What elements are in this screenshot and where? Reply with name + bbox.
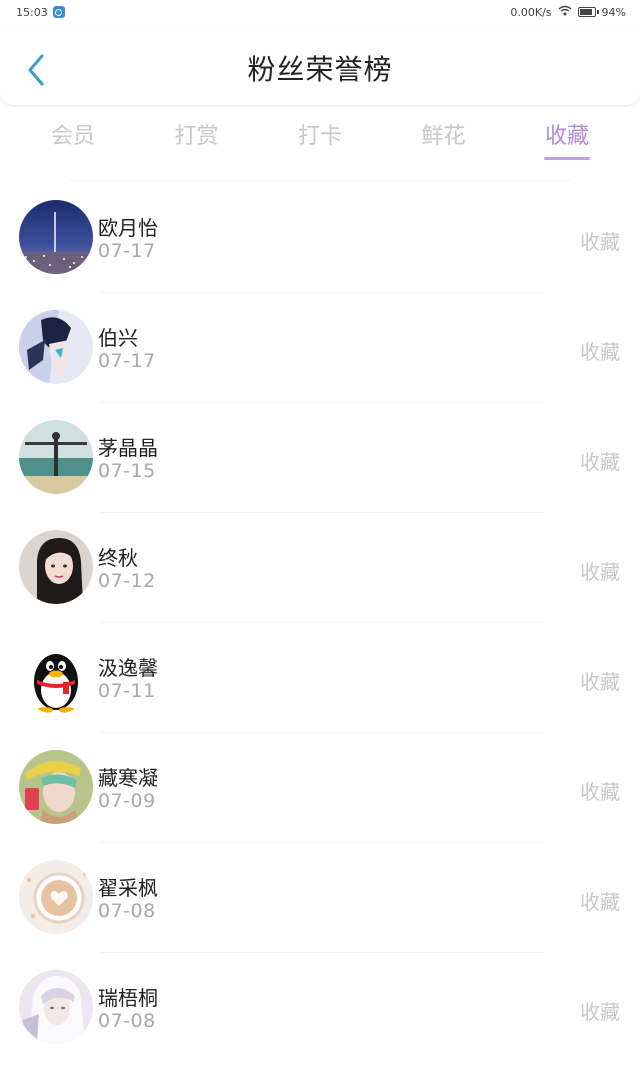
fan-name: 翟采枫 <box>98 876 158 900</box>
favorite-label: 收藏 <box>580 560 620 584</box>
fan-date: 07-17 <box>98 350 156 372</box>
fan-date: 07-08 <box>98 1010 156 1032</box>
status-bar: 15:03 0.00K/s 94% <box>0 0 640 24</box>
fan-list: 欧月怡 07-17 收藏 伯兴 07-17 收藏 茅晶晶 07-15 收藏 终秋… <box>0 182 640 1062</box>
fan-name: 汲逸馨 <box>98 656 158 680</box>
status-left: 15:03 <box>16 6 65 19</box>
fan-name: 瑞梧桐 <box>98 986 158 1010</box>
tab-favorites[interactable]: 收藏 <box>512 112 622 168</box>
favorite-label: 收藏 <box>580 340 620 364</box>
favorite-label: 收藏 <box>580 1000 620 1024</box>
header: 粉丝荣誉榜 <box>0 26 640 106</box>
avatar[interactable] <box>19 860 93 934</box>
fan-name: 欧月怡 <box>98 216 158 240</box>
tab-tips[interactable]: 打赏 <box>142 112 252 168</box>
fan-name: 藏寒凝 <box>98 766 158 790</box>
tab-members[interactable]: 会员 <box>18 112 128 168</box>
network-speed: 0.00K/s <box>510 5 552 19</box>
fan-date: 07-08 <box>98 900 156 922</box>
notification-icon <box>52 6 65 18</box>
fan-name: 伯兴 <box>98 326 138 350</box>
fan-date: 07-12 <box>98 570 156 592</box>
favorite-label: 收藏 <box>580 230 620 254</box>
tab-flowers[interactable]: 鲜花 <box>389 112 499 168</box>
list-item[interactable]: 翟采枫 07-08 收藏 <box>0 842 640 952</box>
fan-date: 07-09 <box>98 790 156 812</box>
wifi-icon <box>558 5 572 19</box>
favorite-label: 收藏 <box>580 450 620 474</box>
list-item[interactable]: 汲逸馨 07-11 收藏 <box>0 622 640 732</box>
avatar[interactable] <box>19 310 93 384</box>
avatar[interactable] <box>19 970 93 1044</box>
avatar[interactable] <box>19 750 93 824</box>
favorite-label: 收藏 <box>580 780 620 804</box>
status-time: 15:03 <box>16 5 48 19</box>
list-item[interactable]: 终秋 07-12 收藏 <box>0 512 640 622</box>
avatar[interactable] <box>19 640 93 714</box>
list-item[interactable]: 欧月怡 07-17 收藏 <box>0 182 640 292</box>
favorite-label: 收藏 <box>580 890 620 914</box>
tab-checkin[interactable]: 打卡 <box>265 112 375 168</box>
status-right: 0.00K/s 94% <box>510 5 626 19</box>
fan-date: 07-11 <box>98 680 156 702</box>
favorite-label: 收藏 <box>580 670 620 694</box>
list-item[interactable]: 茅晶晶 07-15 收藏 <box>0 402 640 512</box>
avatar[interactable] <box>19 530 93 604</box>
fan-date: 07-17 <box>98 240 156 262</box>
battery-icon <box>577 7 599 17</box>
fan-name: 茅晶晶 <box>98 436 158 460</box>
avatar[interactable] <box>19 200 93 274</box>
tabs-divider <box>70 180 570 181</box>
fan-date: 07-15 <box>98 460 156 482</box>
list-item[interactable]: 瑞梧桐 07-08 收藏 <box>0 952 640 1062</box>
list-item[interactable]: 伯兴 07-17 收藏 <box>0 292 640 402</box>
avatar[interactable] <box>19 420 93 494</box>
tab-bar: 会员 打赏 打卡 鲜花 收藏 <box>18 112 622 168</box>
list-item[interactable]: 藏寒凝 07-09 收藏 <box>0 732 640 842</box>
page-title: 粉丝荣誉榜 <box>247 53 393 86</box>
battery-percent: 94% <box>601 5 626 19</box>
fan-name: 终秋 <box>98 546 138 570</box>
